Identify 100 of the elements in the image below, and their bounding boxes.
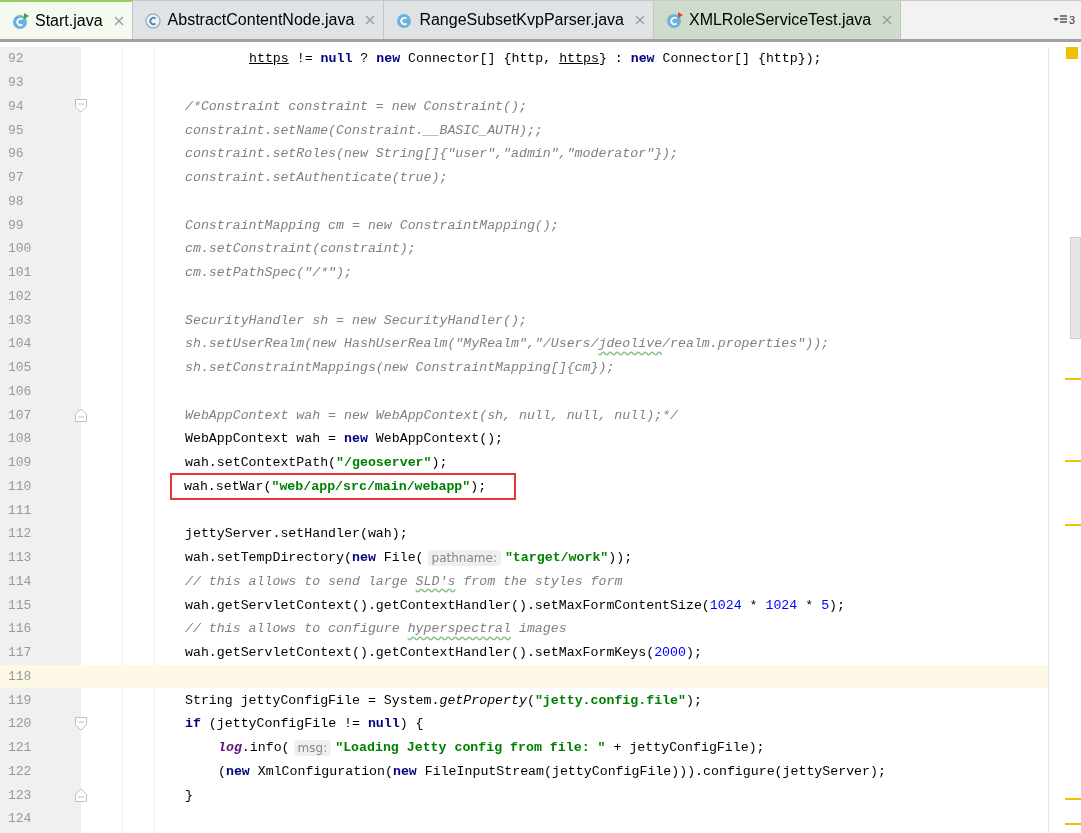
parameter-hint: pathname: xyxy=(427,549,501,566)
warning-marker[interactable] xyxy=(1065,798,1081,800)
fold-icon[interactable] xyxy=(75,99,87,114)
warning-marker[interactable] xyxy=(1066,47,1078,59)
close-icon[interactable] xyxy=(113,15,124,26)
code-token: new xyxy=(376,51,401,67)
code-token: != xyxy=(295,51,314,67)
close-icon[interactable] xyxy=(365,15,376,25)
warning-marker[interactable] xyxy=(1065,378,1081,380)
code-token: from the styles form xyxy=(462,573,623,589)
code-token: SecurityHandler sh = new SecurityHandler(); xyxy=(185,312,527,328)
scrollbar-thumb[interactable] xyxy=(1070,237,1081,339)
code-token: new xyxy=(344,431,368,447)
list-icon xyxy=(1052,15,1067,25)
tab-label: Start.java xyxy=(35,11,103,30)
code-token: null xyxy=(320,51,353,67)
code-token: constraint.setName(Constraint.__BASIC_AUTH);; xyxy=(185,122,543,138)
code-token: https xyxy=(249,51,289,67)
code-token: hyperspectral xyxy=(407,621,511,637)
code-token: String jettyConfigFile = System. xyxy=(185,692,440,708)
code-token: /*Constraint constraint = new Constraint(); xyxy=(185,98,527,114)
code-token: * xyxy=(748,597,759,613)
fold-icon[interactable] xyxy=(75,408,87,423)
code-token: wah.setContextPath( xyxy=(185,455,337,471)
code-token: ( xyxy=(218,763,226,779)
code-token: ConstraintMapping cm = new ConstraintMapping(); xyxy=(185,217,559,233)
code-token: wah.setWar( xyxy=(184,478,272,494)
code-token: "/geoserver" xyxy=(336,455,432,471)
code-token: WebAppContext(); xyxy=(374,431,504,447)
fold-icon[interactable] xyxy=(75,716,87,731)
fold-icon[interactable] xyxy=(75,788,87,803)
code-token: new xyxy=(225,763,250,779)
code-token: 2000 xyxy=(654,645,686,661)
code-token: jettyServer.setHandler(wah); xyxy=(185,526,408,542)
code-token: /realm.properties")); xyxy=(662,336,830,352)
code-token: * xyxy=(804,597,815,613)
class-icon xyxy=(12,11,30,30)
tab-label: RangeSubsetKvpParser.java xyxy=(419,11,624,29)
code-token: wah.getServletContext().getContextHandler().setMaxFormContentSize( xyxy=(185,597,710,613)
code-token: ); xyxy=(470,478,487,494)
code-token: // this allows to configure xyxy=(185,621,401,637)
code-token: sh.setConstraintMappings(new ConstraintMapping[]{cm}); xyxy=(185,360,615,376)
code-token: ( xyxy=(526,692,535,708)
code-token: } xyxy=(185,787,193,803)
close-icon[interactable] xyxy=(882,15,893,25)
editor-tab[interactable]: AbstractContentNode.java xyxy=(132,1,385,39)
class-icon xyxy=(665,11,684,29)
code-token: ); xyxy=(685,645,702,661)
code-token: sh.setUserRealm(new HashUserRealm("MyRealm","/Users/ xyxy=(185,336,599,352)
code-token: 1024 xyxy=(765,597,798,613)
code-token: XmlConfiguration( xyxy=(256,763,393,779)
code-token: null xyxy=(367,716,400,732)
close-icon[interactable] xyxy=(634,15,645,25)
code-token: FileInputStream(jettyConfigFile))).configure(jettyServer); xyxy=(423,763,886,779)
code-token: // this allows to send large xyxy=(185,573,409,589)
code-token: images xyxy=(517,621,567,637)
code-token: + jettyConfigFile); xyxy=(612,740,765,756)
code-token: cm.setConstraint(constraint); xyxy=(185,241,416,257)
code-token: ); xyxy=(829,597,845,613)
tab-label: AbstractContentNode.java xyxy=(167,11,355,29)
warning-marker[interactable] xyxy=(1065,524,1081,526)
code-token: constraint.setRoles(new String[]{"user","admin","moderator"}); xyxy=(185,146,678,162)
code-token: "target/work" xyxy=(504,550,609,566)
code-token: new xyxy=(630,51,655,67)
code-token: ); xyxy=(431,455,448,471)
code-token: 5 xyxy=(821,597,830,613)
editor-tab[interactable]: Start.java xyxy=(0,0,133,39)
code-token: Connector[] {http, xyxy=(407,51,553,67)
code-token: Connector[] {http}); xyxy=(661,51,822,67)
code-token: "web/app/src/main/webapp" xyxy=(271,478,471,494)
code-token: (jettyConfigFile != xyxy=(207,716,361,732)
code-token: 1024 xyxy=(709,597,742,613)
editor-tab[interactable]: RangeSubsetKvpParser.java xyxy=(384,1,654,39)
code-token: new xyxy=(352,550,376,566)
code-token: .info( xyxy=(241,740,290,756)
tab-overflow-button[interactable]: 3 xyxy=(1046,1,1081,39)
parameter-hint: msg: xyxy=(293,739,332,756)
code-token: jdeolive xyxy=(598,336,663,352)
code-token: wah.setTempDirectory( xyxy=(185,550,352,566)
code-token: https xyxy=(559,51,599,67)
code-token: wah.getServletContext().getContextHandler().setMaxFormKeys( xyxy=(185,645,655,661)
code-token: new xyxy=(392,763,417,779)
code-token: File( xyxy=(382,550,424,566)
code-token: WebAppContext wah = new WebAppContext(sh, null, null, null);*/ xyxy=(185,407,678,423)
code-token: ? xyxy=(359,51,370,67)
code-token: SLD's xyxy=(415,573,456,589)
warning-marker[interactable] xyxy=(1065,823,1081,825)
code-token: log xyxy=(218,740,242,756)
code-token: ) { xyxy=(399,716,424,732)
code-token: ); xyxy=(685,692,702,708)
code-token: } : xyxy=(598,51,624,67)
class-icon xyxy=(144,11,163,29)
warning-marker[interactable] xyxy=(1065,460,1081,462)
code-token: cm.setPathSpec("/*"); xyxy=(185,265,352,281)
code-token: "Loading Jetty config from file: " xyxy=(335,740,606,756)
code-token: getProperty xyxy=(439,692,527,708)
code-token: if xyxy=(185,716,201,732)
code-token: "jetty.config.file" xyxy=(534,692,686,708)
tab-label: XMLRoleServiceTest.java xyxy=(688,11,872,29)
editor-tab[interactable]: XMLRoleServiceTest.java xyxy=(653,1,902,39)
